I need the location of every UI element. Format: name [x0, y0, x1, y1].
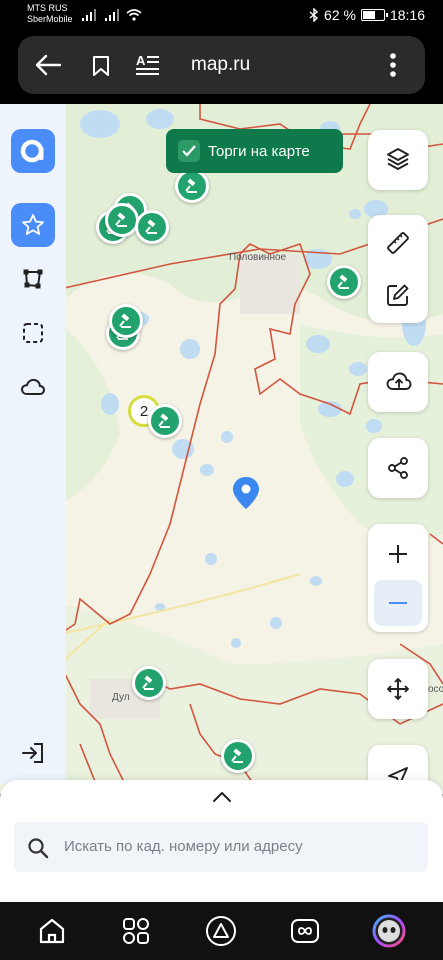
- status-right: 62 % 18:16: [309, 7, 425, 23]
- app-logo[interactable]: [11, 129, 55, 173]
- edit-icon[interactable]: [386, 283, 410, 307]
- battery-icon: [360, 9, 388, 21]
- gavel-icon: [142, 675, 154, 690]
- upload-button[interactable]: [368, 352, 428, 412]
- url-text[interactable]: map.ru: [191, 54, 250, 76]
- star-icon: [22, 214, 44, 235]
- system-nav-bar: [0, 902, 443, 960]
- reader-mode-icon[interactable]: A: [135, 53, 161, 77]
- svg-text:A: A: [136, 53, 146, 68]
- polygon-icon: [23, 269, 43, 289]
- gavel-icon: [231, 748, 243, 763]
- login-button[interactable]: [11, 731, 55, 775]
- cloud-button[interactable]: [11, 365, 55, 409]
- share-button[interactable]: [368, 438, 428, 498]
- polygon-tool-button[interactable]: [11, 257, 55, 301]
- search-input[interactable]: Искать по кад. номеру или адресу: [14, 822, 428, 872]
- assistant-button[interactable]: [204, 914, 238, 948]
- bookmark-icon[interactable]: [91, 55, 111, 77]
- media-button[interactable]: [288, 914, 322, 948]
- signal-icon: [82, 9, 96, 21]
- layers-icon: [387, 148, 409, 170]
- carrier-name-2: SberMobile: [27, 14, 73, 24]
- profile-button[interactable]: [372, 914, 406, 948]
- share-icon: [388, 457, 408, 479]
- auction-marker[interactable]: [109, 304, 143, 338]
- place-label: осо: [428, 684, 443, 695]
- back-arrow-icon[interactable]: [34, 53, 62, 77]
- ruler-icon[interactable]: [386, 231, 410, 255]
- gavel-icon: [115, 212, 127, 227]
- zoom-controls: [368, 524, 428, 632]
- infinity-icon: [291, 919, 319, 943]
- cluster-count: 2: [139, 402, 149, 420]
- gavel-icon: [158, 413, 170, 428]
- wifi-icon: [126, 9, 142, 21]
- move-arrows-icon: [387, 678, 409, 700]
- assistant-icon: [206, 916, 236, 946]
- signal-icon-2: [105, 9, 119, 21]
- auction-marker[interactable]: [175, 169, 209, 203]
- favorites-button[interactable]: [11, 203, 55, 247]
- battery-fill: [362, 11, 375, 19]
- dashed-square-icon: [23, 323, 43, 343]
- select-area-button[interactable]: [11, 311, 55, 355]
- more-menu-icon[interactable]: [389, 52, 397, 78]
- carrier-info: MTS RUS SberMobile: [27, 3, 73, 25]
- status-bar: MTS RUS SberMobile 62 % 18:16: [0, 0, 443, 34]
- apps-grid-icon: [123, 918, 149, 944]
- layers-button[interactable]: [368, 130, 428, 190]
- browser-toolbar: A map.ru: [0, 34, 443, 104]
- address-bar[interactable]: A map.ru: [18, 36, 425, 94]
- gavel-icon: [185, 178, 197, 193]
- left-toolbar: [0, 104, 66, 784]
- home-icon: [39, 918, 65, 944]
- place-label: Дул: [112, 692, 130, 703]
- tenders-toggle[interactable]: Торги на карте: [166, 129, 343, 173]
- logo-icon: [20, 139, 44, 163]
- avatar-icon: [372, 914, 406, 948]
- pan-button[interactable]: [368, 659, 428, 719]
- auction-marker[interactable]: [327, 265, 361, 299]
- chevron-up-icon[interactable]: [212, 791, 232, 803]
- zoom-out-button[interactable]: [374, 580, 422, 626]
- bottom-sheet: Искать по кад. номеру или адресу: [0, 780, 443, 902]
- cloud-icon: [21, 378, 45, 395]
- auction-marker[interactable]: [135, 210, 169, 244]
- auction-marker[interactable]: [132, 666, 166, 700]
- login-icon: [22, 743, 43, 763]
- home-button[interactable]: [35, 914, 69, 948]
- zoom-in-icon[interactable]: [386, 542, 410, 566]
- clock: 18:16: [389, 7, 425, 23]
- battery-percent: 62 %: [324, 7, 356, 23]
- search-icon: [28, 838, 49, 859]
- search-placeholder: Искать по кад. номеру или адресу: [64, 838, 303, 855]
- auction-marker[interactable]: [221, 739, 255, 773]
- gavel-icon: [119, 313, 131, 328]
- apps-button[interactable]: [119, 914, 153, 948]
- location-pin-icon[interactable]: [232, 476, 260, 510]
- measure-tools-group: [368, 215, 428, 323]
- gavel-icon: [145, 219, 157, 234]
- checkbox-checked-icon: [178, 140, 200, 162]
- carrier-name: MTS RUS: [27, 3, 68, 13]
- gavel-icon: [337, 274, 349, 289]
- auction-marker[interactable]: [148, 404, 182, 438]
- cloud-upload-icon: [386, 372, 412, 390]
- auction-marker[interactable]: [105, 203, 139, 237]
- tenders-toggle-label: Торги на карте: [208, 142, 310, 160]
- place-label: Половинное: [229, 252, 287, 263]
- zoom-out-icon: [389, 602, 407, 604]
- bluetooth-icon: [309, 8, 319, 22]
